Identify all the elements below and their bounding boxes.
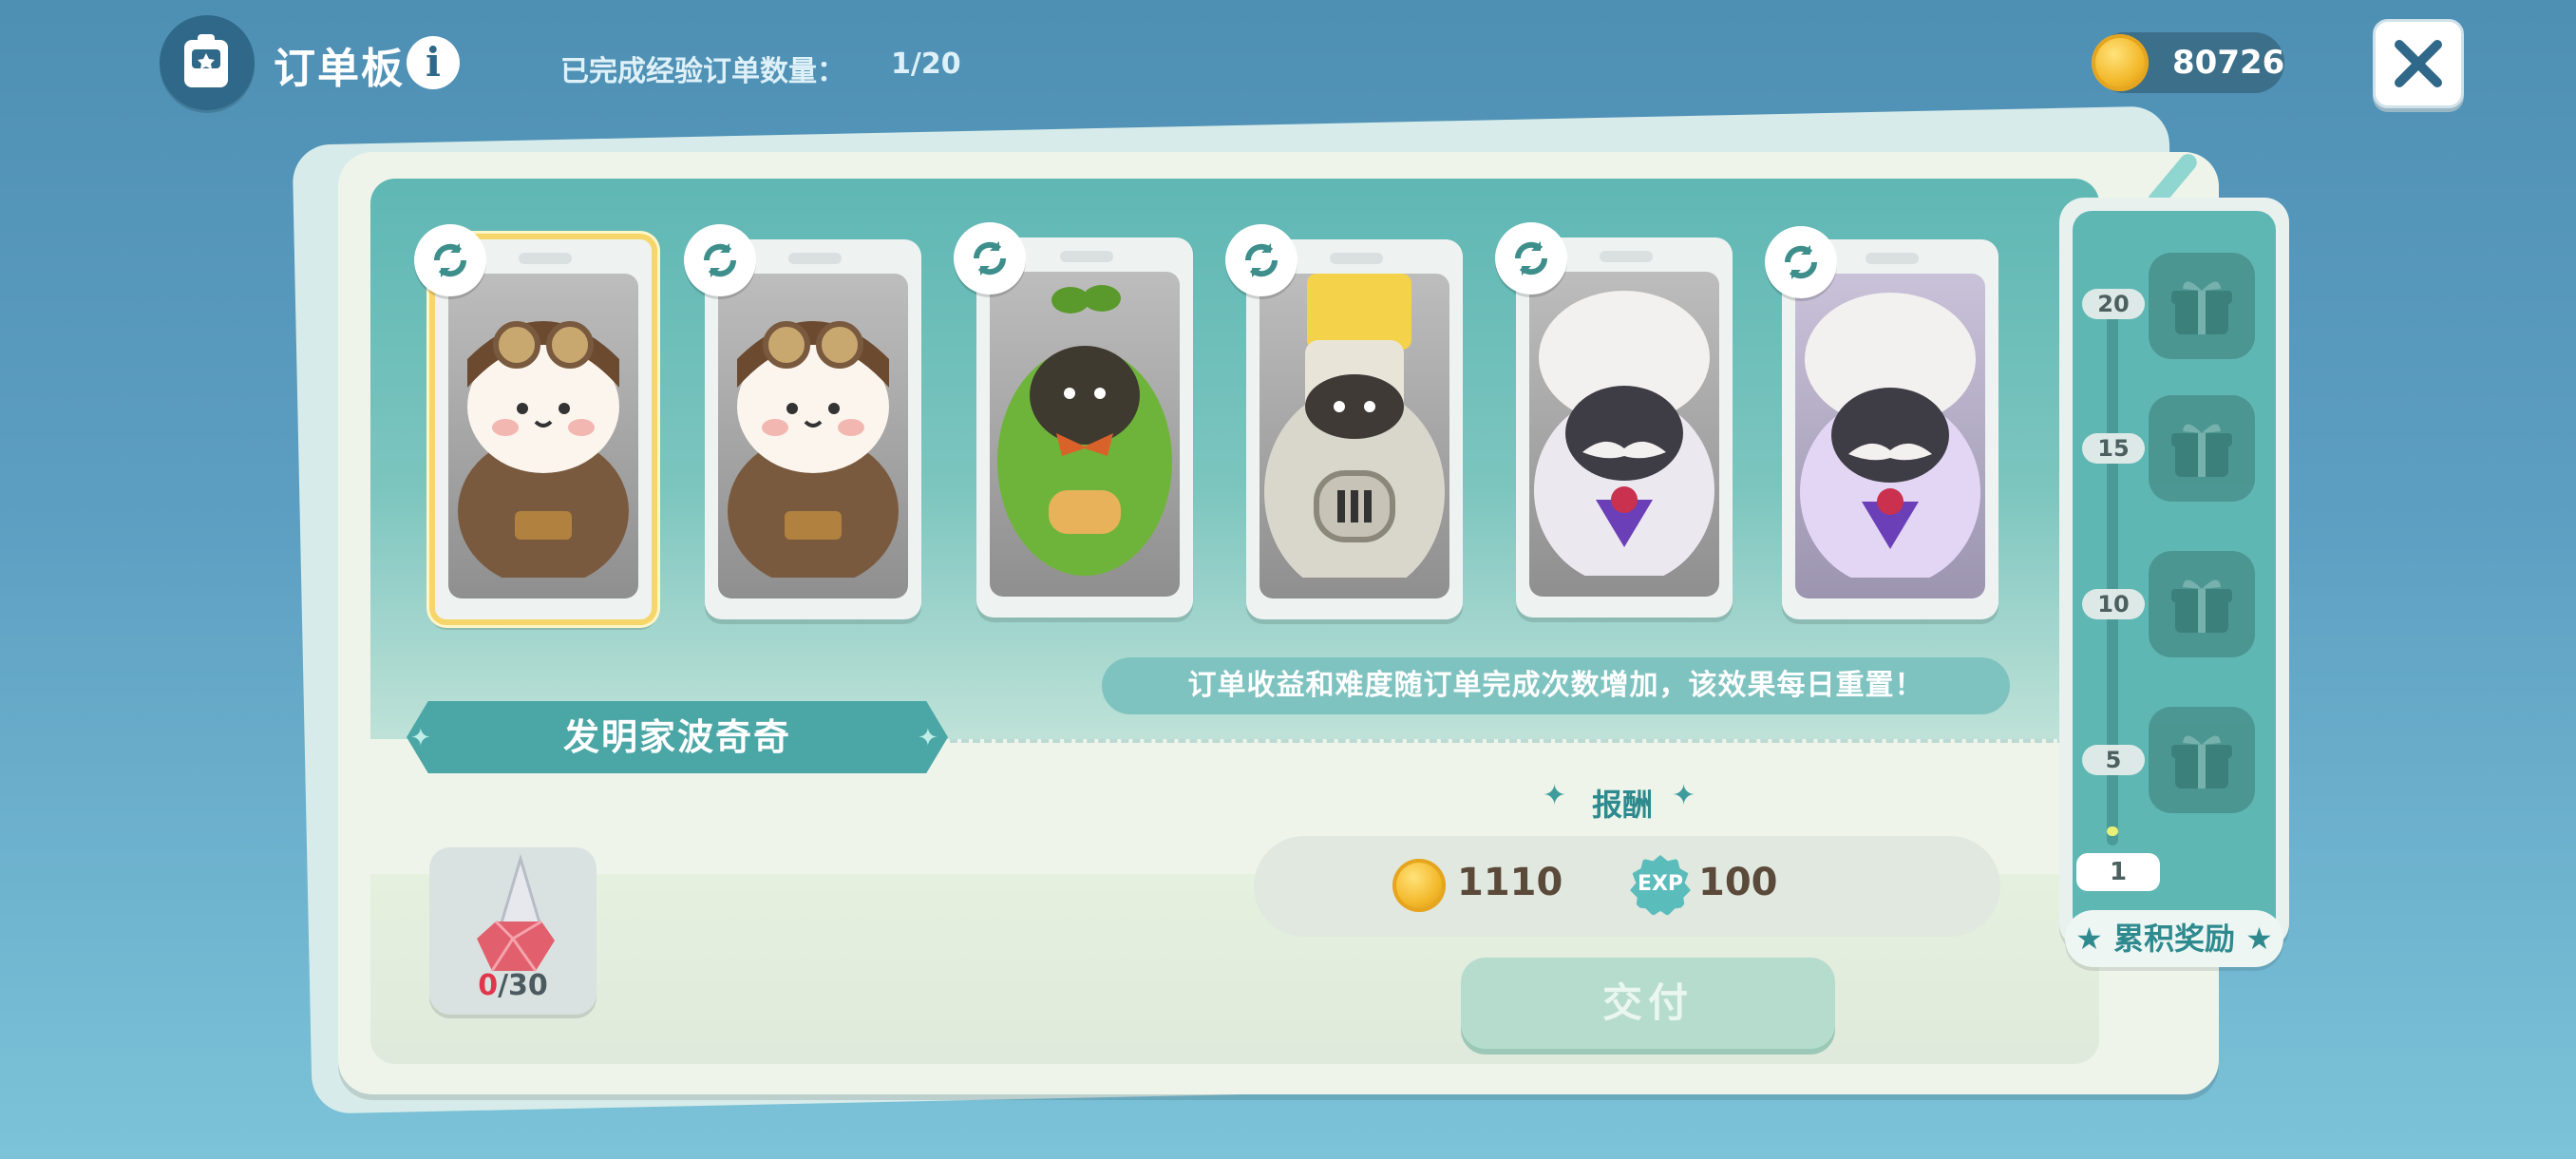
milestone-gift-15[interactable] bbox=[2149, 395, 2255, 502]
exp-icon-label: EXP bbox=[1637, 872, 1684, 896]
refresh-order-button-2[interactable] bbox=[684, 224, 756, 296]
refresh-icon bbox=[433, 243, 467, 277]
milestone-gift-10[interactable] bbox=[2149, 551, 2255, 657]
accumulated-reward-label: 累积奖励 bbox=[2112, 921, 2235, 957]
card-tab bbox=[788, 253, 842, 264]
required-item-current: 0 bbox=[478, 969, 499, 1002]
refresh-order-button-6[interactable] bbox=[1765, 226, 1837, 298]
card-tab bbox=[1330, 253, 1383, 264]
card-tab bbox=[1060, 251, 1113, 262]
milestone-level: 10 bbox=[2082, 589, 2145, 619]
order-card-3[interactable] bbox=[976, 238, 1193, 618]
coin-icon bbox=[2092, 34, 2149, 91]
gift-icon bbox=[2171, 281, 2232, 334]
deliver-button[interactable]: 交付 bbox=[1461, 958, 1835, 1049]
character-art bbox=[990, 272, 1180, 597]
divider bbox=[950, 739, 2099, 743]
info-icon[interactable]: i bbox=[407, 36, 460, 89]
refresh-order-button-4[interactable] bbox=[1225, 224, 1297, 296]
order-board-logo bbox=[160, 15, 255, 110]
close-icon bbox=[2395, 40, 2442, 87]
required-item-total: /30 bbox=[498, 969, 548, 1002]
refresh-order-button-5[interactable] bbox=[1495, 222, 1567, 294]
refresh-order-button-1[interactable] bbox=[414, 224, 486, 296]
order-card-6[interactable] bbox=[1782, 239, 1998, 619]
reward-title: 报酬 bbox=[1592, 787, 1654, 823]
refresh-icon bbox=[703, 243, 737, 277]
gift-icon bbox=[2171, 424, 2232, 477]
reward-star-left: ✦ bbox=[1543, 779, 1567, 812]
completed-orders-count: 1/20 bbox=[891, 48, 961, 81]
character-name-banner: 发明家波奇奇 bbox=[407, 701, 948, 773]
close-button[interactable] bbox=[2373, 19, 2464, 108]
refresh-icon bbox=[1244, 243, 1279, 277]
milestone-level: 20 bbox=[2082, 289, 2145, 319]
refresh-icon bbox=[1514, 241, 1548, 276]
coin-icon bbox=[1392, 859, 1446, 912]
red-crystal-cone-icon bbox=[477, 853, 555, 972]
gift-icon bbox=[2171, 580, 2232, 633]
refresh-icon bbox=[1784, 245, 1818, 279]
completed-orders-label: 已完成经验订单数量： bbox=[560, 55, 845, 88]
star-icon: ★ bbox=[2245, 921, 2273, 957]
page-title: 订单板 bbox=[274, 45, 405, 93]
character-art bbox=[718, 274, 908, 598]
required-item-count: 0/30 bbox=[429, 969, 597, 1002]
character-name: 发明家波奇奇 bbox=[562, 716, 791, 758]
reward-exp: 100 bbox=[1698, 861, 1778, 904]
card-tab bbox=[1600, 251, 1653, 262]
order-card-4[interactable] bbox=[1246, 239, 1463, 619]
milestone-gift-20[interactable] bbox=[2149, 253, 2255, 359]
milestone-level: 15 bbox=[2082, 433, 2145, 464]
gift-icon bbox=[2171, 735, 2232, 788]
clipboard-icon bbox=[184, 34, 228, 87]
character-art bbox=[1795, 274, 1985, 598]
refresh-order-button-3[interactable] bbox=[954, 222, 1026, 294]
reward-bar bbox=[1254, 836, 2000, 937]
progress-fill bbox=[2107, 826, 2118, 836]
reward-star-right: ✦ bbox=[1672, 779, 1696, 812]
character-art bbox=[1260, 274, 1449, 598]
sparkle-icon: ✦ bbox=[410, 724, 431, 752]
card-tab bbox=[1866, 253, 1919, 264]
coin-balance-value: 80726 bbox=[2172, 44, 2285, 82]
milestone-level: 5 bbox=[2082, 745, 2145, 775]
sparkle-icon: ✦ bbox=[918, 724, 938, 752]
refresh-icon bbox=[973, 241, 1007, 276]
card-tab bbox=[519, 253, 572, 264]
character-art bbox=[1529, 272, 1719, 597]
star-icon: ★ bbox=[2075, 921, 2103, 957]
order-card-2[interactable] bbox=[705, 239, 921, 619]
current-level: 1 bbox=[2076, 853, 2160, 891]
order-card-5[interactable] bbox=[1516, 238, 1733, 618]
order-notice: 订单收益和难度随订单完成次数增加，该效果每日重置！ bbox=[1102, 657, 2010, 714]
accumulated-reward-button[interactable]: ★ 累积奖励 ★ bbox=[2065, 910, 2283, 967]
reward-coins: 1110 bbox=[1457, 861, 1563, 904]
milestone-gift-5[interactable] bbox=[2149, 707, 2255, 813]
character-art bbox=[448, 274, 638, 598]
